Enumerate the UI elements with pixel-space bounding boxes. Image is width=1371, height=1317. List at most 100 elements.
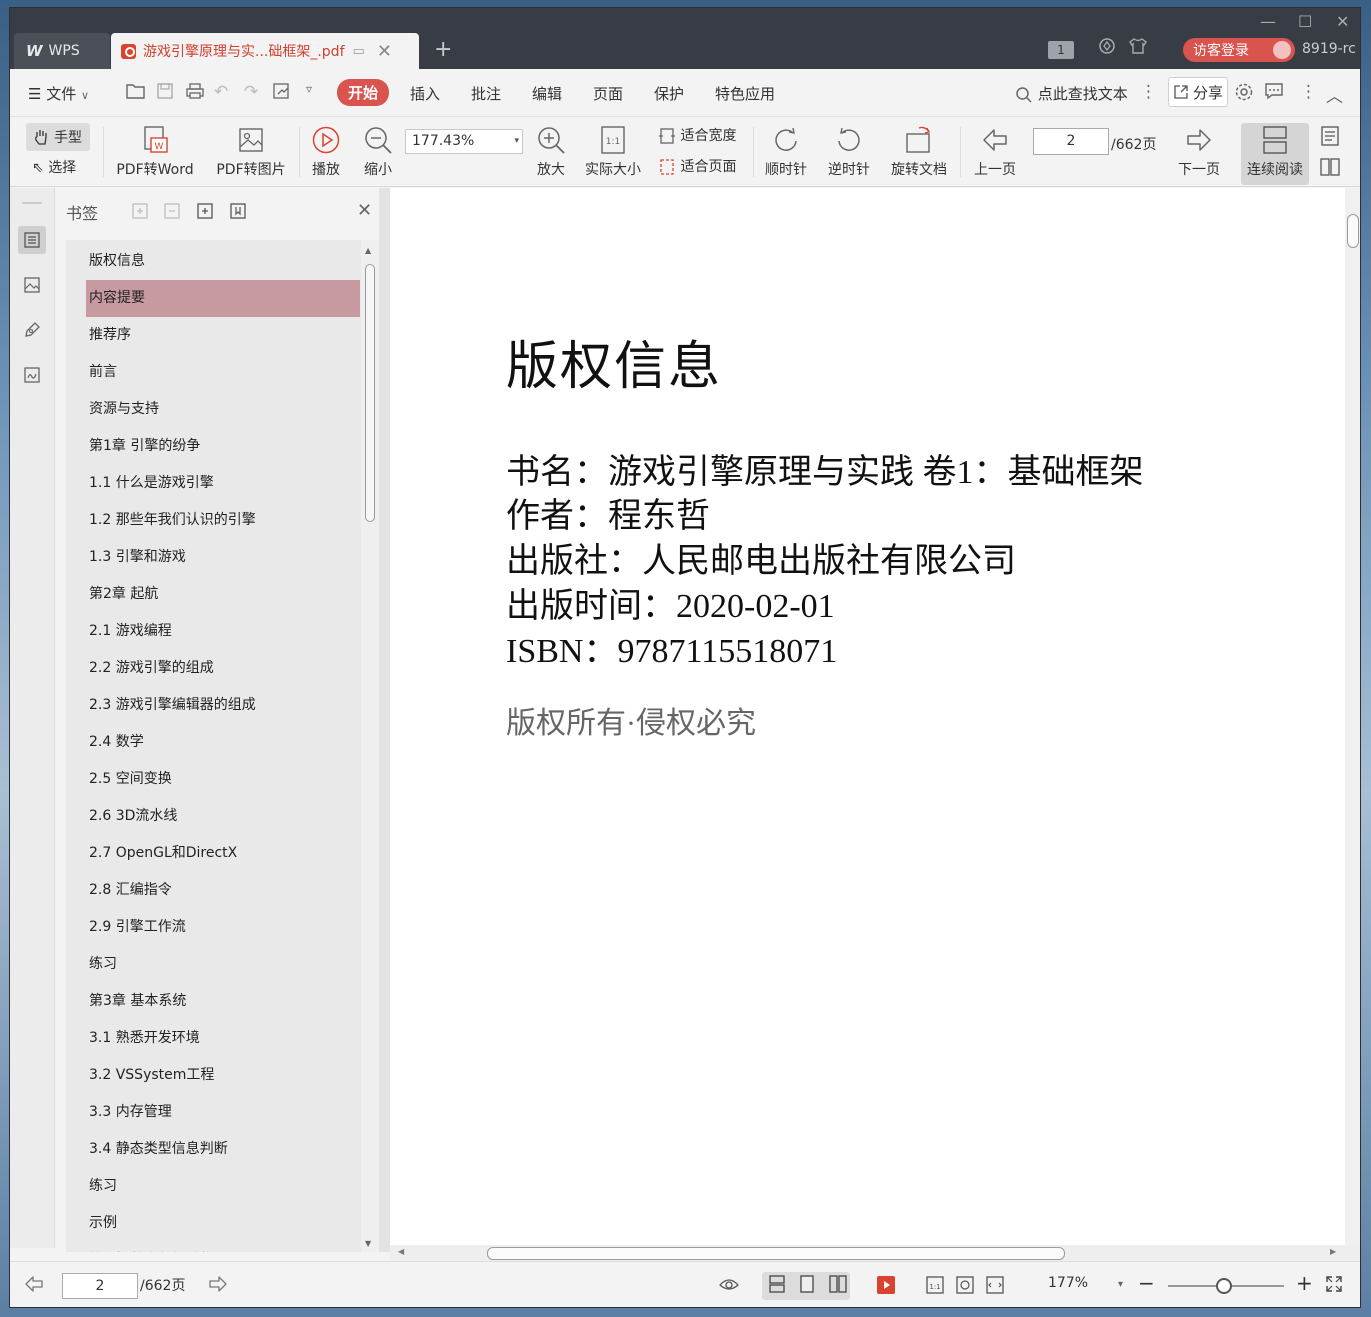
find-text-search[interactable]: 点此查找文本: [1015, 83, 1128, 104]
bookmark-item[interactable]: 1.2 那些年我们认识的引擎: [66, 502, 361, 539]
fit-width-button[interactable]: 适合宽度: [658, 125, 736, 145]
add-bookmark-icon[interactable]: [196, 202, 214, 220]
double-page-icon[interactable]: [828, 1275, 848, 1293]
maximize-button[interactable]: ☐: [1298, 12, 1312, 31]
bookmark-item[interactable]: 练习: [66, 1168, 361, 1205]
bookmark-item[interactable]: 2.5 空间变换: [66, 761, 361, 798]
document-vertical-scrollbar[interactable]: [1345, 188, 1360, 1245]
zoom-level-select[interactable]: 177.43% ▾: [405, 129, 523, 154]
collapse-all-icon[interactable]: [163, 202, 181, 220]
hand-tool-button[interactable]: 手型: [26, 123, 90, 151]
status-page-input[interactable]: 2: [62, 1273, 138, 1299]
prev-page-button[interactable]: 上一页: [968, 123, 1022, 179]
menu-item-start[interactable]: 开始: [337, 79, 390, 106]
menu-item-page[interactable]: 页面: [593, 83, 623, 104]
bookmark-item[interactable]: 前言: [66, 354, 361, 391]
bookmark-item[interactable]: 2.3 游戏引擎编辑器的组成: [66, 687, 361, 724]
menu-item-protect[interactable]: 保护: [654, 83, 684, 104]
zoom-dropdown-icon[interactable]: ▾: [1118, 1279, 1123, 1290]
undo-icon[interactable]: ↶: [214, 82, 228, 102]
thumbnail-panel-icon[interactable]: [18, 271, 46, 299]
fit-page-status-icon[interactable]: [955, 1275, 975, 1295]
rotate-clockwise-button[interactable]: 顺时针: [758, 123, 814, 179]
bookmark-item[interactable]: 2.9 引擎工作流: [66, 909, 361, 946]
tab-wps-home[interactable]: W WPS: [14, 33, 110, 69]
bookmark-icon[interactable]: [229, 202, 247, 220]
menu-item-annotate[interactable]: 批注: [471, 83, 501, 104]
actual-size-button[interactable]: 1:1 实际大小: [580, 123, 646, 179]
scroll-up-icon[interactable]: ▲: [365, 246, 371, 255]
zoom-in-button[interactable]: 放大: [530, 123, 572, 179]
actual-size-status-icon[interactable]: 1:1: [925, 1275, 945, 1295]
share-button[interactable]: 分享: [1168, 77, 1228, 107]
scroll-left-icon[interactable]: ◀: [398, 1247, 404, 1256]
new-tab-button[interactable]: +: [434, 37, 452, 62]
bookmark-item[interactable]: 2.8 汇编指令: [66, 872, 361, 909]
zoom-out-button[interactable]: 缩小: [357, 123, 399, 179]
panel-splitter[interactable]: [379, 188, 390, 1252]
bookmark-item[interactable]: 推荐序: [66, 317, 361, 354]
bookmark-item[interactable]: 第2章 起航: [66, 576, 361, 613]
play-button[interactable]: 播放: [305, 123, 347, 179]
continuous-view-icon[interactable]: [768, 1275, 786, 1293]
scrollbar-thumb[interactable]: [487, 1247, 1065, 1260]
bookmark-item[interactable]: 第4章 基本数据结构: [66, 1242, 361, 1252]
pdf-to-image-button[interactable]: PDF转图片: [210, 123, 292, 179]
menu-item-insert[interactable]: 插入: [410, 83, 440, 104]
select-tool-button[interactable]: ⇖ 选择: [32, 157, 76, 177]
file-menu[interactable]: ☰ 文件 ∨: [28, 83, 89, 104]
bookmark-item[interactable]: 3.3 内存管理: [66, 1094, 361, 1131]
bookmark-item[interactable]: 2.1 游戏编程: [66, 613, 361, 650]
export-icon[interactable]: [272, 82, 292, 100]
rotate-document-button[interactable]: 旋转文档: [886, 123, 952, 179]
zoom-slider-knob[interactable]: [1216, 1278, 1232, 1294]
bookmark-panel-icon[interactable]: [18, 226, 46, 254]
prev-page-icon[interactable]: [24, 1275, 44, 1293]
bookmark-item[interactable]: 1.3 引擎和游戏: [66, 539, 361, 576]
eye-protection-icon[interactable]: [718, 1275, 740, 1293]
pdf-to-word-button[interactable]: W PDF转Word: [113, 123, 197, 179]
open-folder-icon[interactable]: [126, 82, 146, 100]
scroll-down-icon[interactable]: ▼: [365, 1239, 371, 1248]
bookmark-item[interactable]: 第3章 基本系统: [66, 983, 361, 1020]
annotation-panel-icon[interactable]: [18, 316, 46, 344]
continuous-reading-button[interactable]: 连续阅读: [1241, 123, 1309, 185]
shirt-icon[interactable]: [1128, 37, 1148, 55]
bookmark-item[interactable]: 1.1 什么是游戏引擎: [66, 465, 361, 502]
bookmark-item[interactable]: 第1章 引擎的纷争: [66, 428, 361, 465]
close-panel-icon[interactable]: ✕: [357, 200, 372, 221]
fit-page-button[interactable]: 适合页面: [658, 156, 736, 176]
save-icon[interactable]: [156, 82, 174, 100]
two-page-view-icon[interactable]: [1319, 157, 1341, 177]
bookmark-scrollbar[interactable]: ▲ ▼: [361, 240, 379, 1252]
bookmark-item[interactable]: 练习: [66, 946, 361, 983]
zoom-percentage[interactable]: 177%: [1048, 1275, 1088, 1291]
quick-access-dropdown-icon[interactable]: ▿: [306, 82, 312, 96]
bookmark-item[interactable]: 2.2 游戏引擎的组成: [66, 650, 361, 687]
bookmark-item[interactable]: 2.7 OpenGL和DirectX: [66, 835, 361, 872]
menu-item-edit[interactable]: 编辑: [532, 83, 562, 104]
slideshow-play-icon[interactable]: [876, 1275, 896, 1295]
bookmark-item[interactable]: 版权信息: [66, 243, 361, 280]
next-page-button[interactable]: 下一页: [1172, 123, 1226, 179]
window-count-badge[interactable]: 1: [1048, 41, 1074, 59]
bookmark-item[interactable]: 资源与支持: [66, 391, 361, 428]
guest-login-button[interactable]: 访客登录: [1183, 38, 1295, 62]
more-options-icon[interactable]: ⋮: [1300, 82, 1317, 102]
scrollbar-thumb[interactable]: [365, 264, 375, 522]
single-page-view-icon[interactable]: [1319, 125, 1341, 147]
bookmark-item[interactable]: 3.1 熟悉开发环境: [66, 1020, 361, 1057]
scrollbar-thumb[interactable]: [1347, 214, 1359, 248]
bookmark-item[interactable]: 示例: [66, 1205, 361, 1242]
more-vertical-icon[interactable]: ⋮: [1140, 82, 1157, 102]
print-icon[interactable]: [185, 82, 205, 100]
bookmark-item[interactable]: 2.4 数学: [66, 724, 361, 761]
tab-document[interactable]: 游戏引擎原理与实...础框架_.pdf ▭ ✕: [111, 33, 419, 69]
close-window-button[interactable]: ✕: [1336, 12, 1349, 31]
settings-gear-icon[interactable]: [1234, 82, 1254, 102]
bookmark-item[interactable]: 3.2 VSSystem工程: [66, 1057, 361, 1094]
next-page-icon[interactable]: [208, 1275, 228, 1293]
collapse-ribbon-icon[interactable]: ︿: [1326, 82, 1343, 107]
signature-panel-icon[interactable]: [18, 361, 46, 389]
fullscreen-icon[interactable]: [1325, 1275, 1343, 1293]
